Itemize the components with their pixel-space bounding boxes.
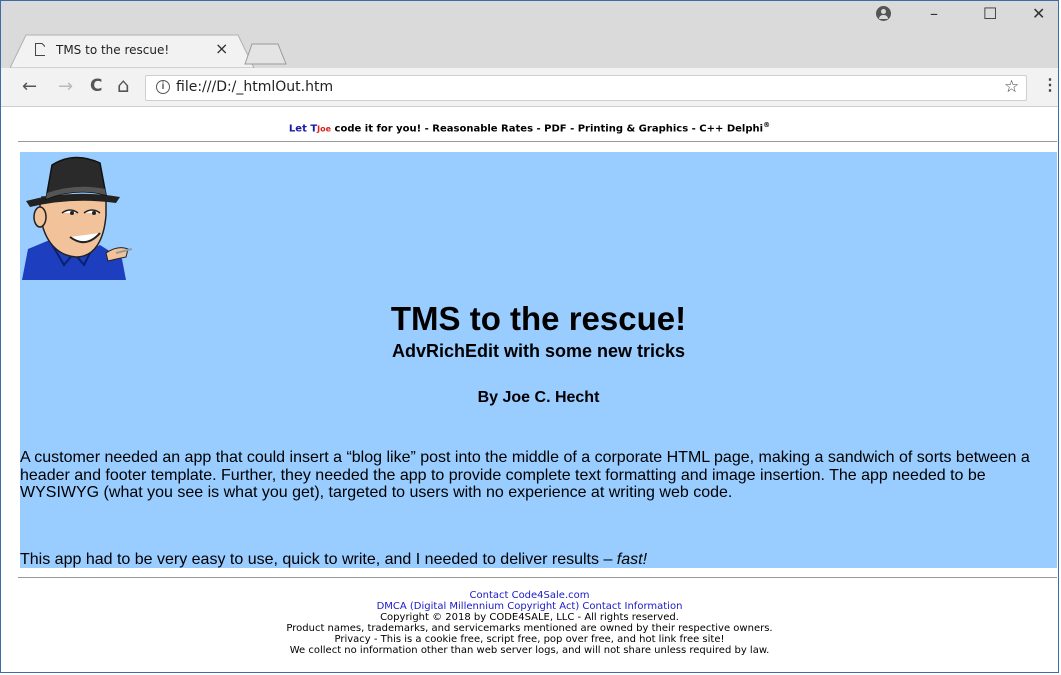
divider-bottom <box>18 577 1057 578</box>
menu-icon[interactable]: ⋮ <box>1042 75 1058 95</box>
minimize-button[interactable]: – <box>930 4 938 23</box>
tab-close-button[interactable]: × <box>215 39 228 58</box>
bookmark-star-icon[interactable]: ☆ <box>1004 77 1019 97</box>
privacy-text: Privacy - This is a cookie free, script … <box>334 634 725 645</box>
home-button[interactable]: ⌂ <box>117 73 130 97</box>
close-window-button[interactable]: ✕ <box>1032 4 1045 23</box>
author-avatar <box>22 156 132 280</box>
ad-text: code it for you! - Reasonable Rates - PD… <box>331 123 764 135</box>
profile-icon[interactable] <box>876 6 891 21</box>
page-title: TMS to the rescue! <box>390 300 687 337</box>
paragraph-2-emphasis: fast! <box>616 551 648 568</box>
ad-banner[interactable]: Let TJoe code it for you! - Reasonable R… <box>0 121 1059 134</box>
author-byline: By Joe C. Hecht <box>477 389 600 406</box>
page-subtitle: AdvRichEdit with some new tricks <box>391 341 686 361</box>
copyright-text: Copyright © 2018 by CODE4SALE, LLC - All… <box>380 612 679 623</box>
tab-title: TMS to the rescue! <box>56 43 170 57</box>
new-tab-button[interactable] <box>244 43 288 65</box>
url-text[interactable]: file:///D:/_htmlOut.htm <box>176 79 333 95</box>
dmca-link[interactable]: DMCA (Digital Millennium Copyright Act) … <box>0 601 1059 612</box>
ad-registered: ® <box>763 121 771 129</box>
back-button[interactable]: ← <box>22 76 37 97</box>
maximize-button[interactable]: ☐ <box>983 4 997 23</box>
reload-button[interactable]: C <box>90 76 102 96</box>
info-icon[interactable]: i <box>156 80 170 94</box>
article-paragraph-2: This app had to be very easy to use, qui… <box>20 551 1050 569</box>
trademarks-text: Product names, trademarks, and servicema… <box>286 623 773 634</box>
page-icon <box>35 43 45 56</box>
forward-button[interactable]: → <box>58 76 73 97</box>
divider-top <box>18 141 1057 142</box>
ad-let: Let T <box>288 123 318 135</box>
article-paragraph-1: A customer needed an app that could inse… <box>20 449 1030 501</box>
page-footer: Contact Code4Sale.com DMCA (Digital Mill… <box>0 590 1059 656</box>
contact-link[interactable]: Contact Code4Sale.com <box>0 590 1059 601</box>
ad-joe: Joe <box>317 124 332 134</box>
logs-text: We collect no information other than web… <box>289 645 770 656</box>
paragraph-2-text: This app had to be very easy to use, qui… <box>20 551 617 568</box>
